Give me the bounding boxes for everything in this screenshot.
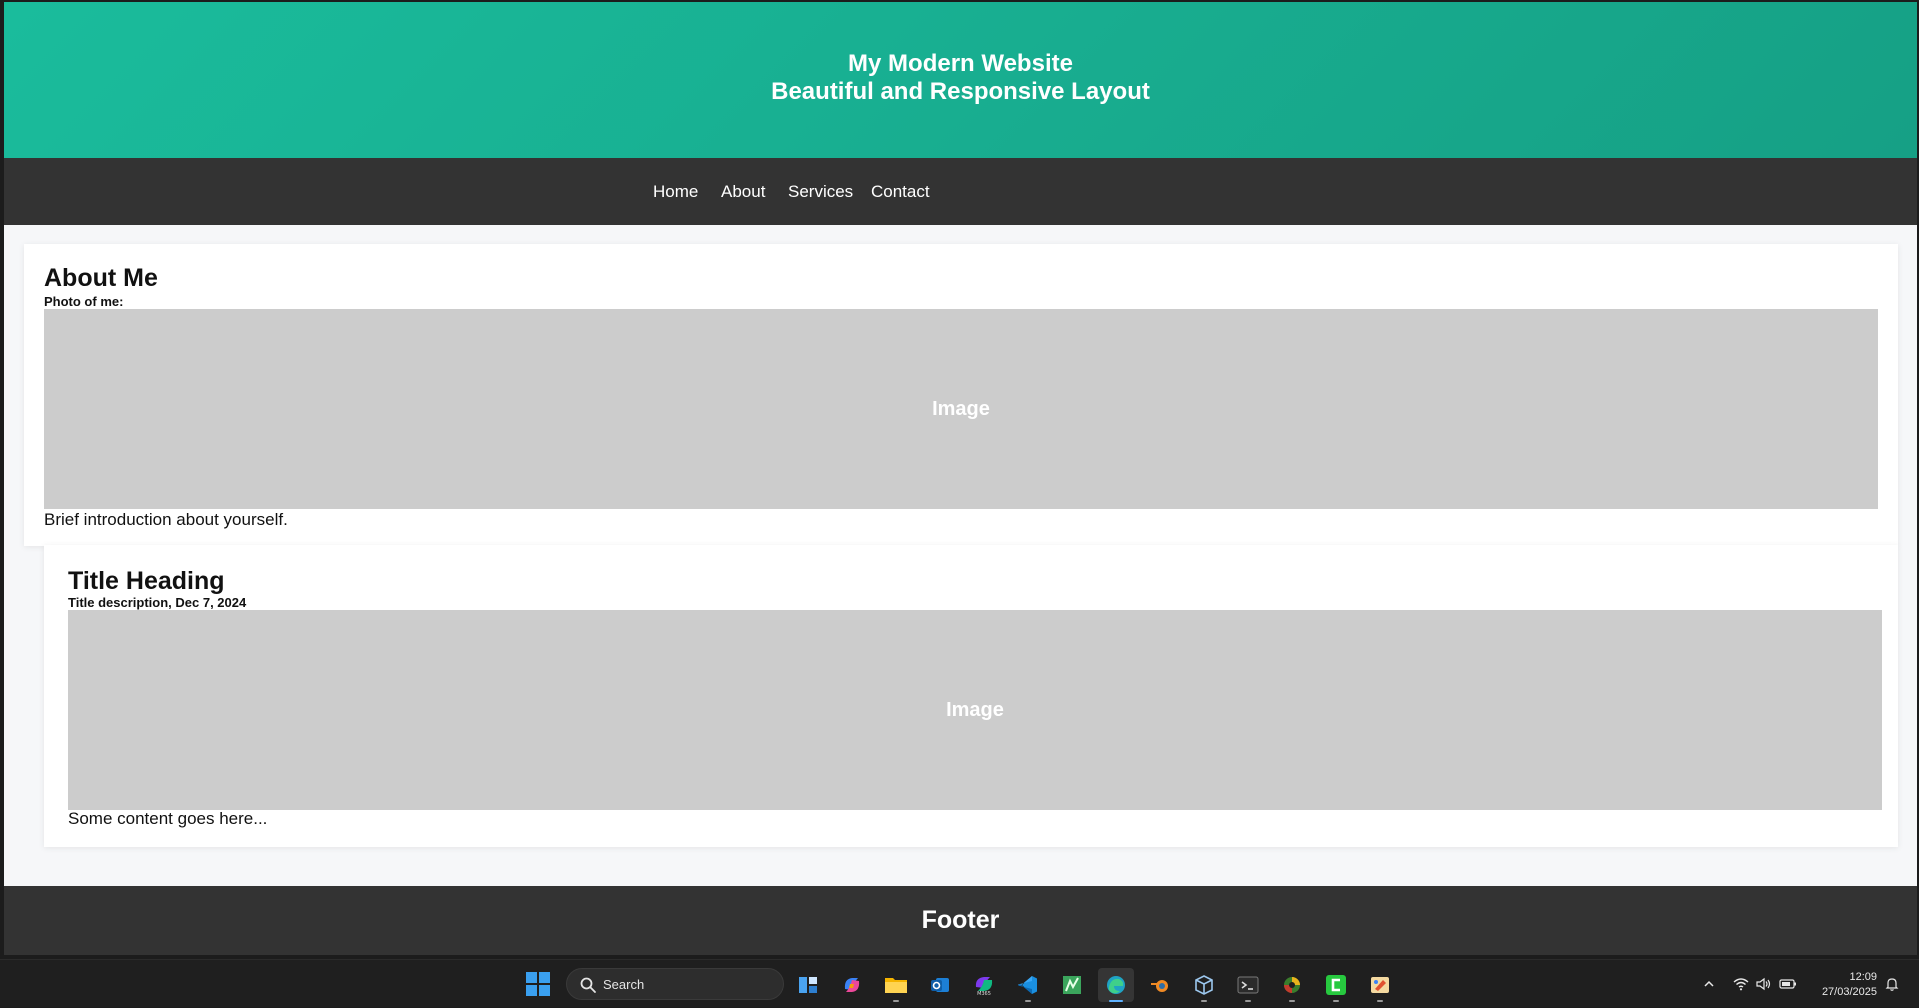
terminal-icon[interactable] [1230,968,1266,1002]
vscode-icon[interactable] [1010,968,1046,1002]
nav-link-contact[interactable]: Contact [871,182,930,202]
about-subheading: Photo of me: [44,294,124,309]
wifi-icon[interactable] [1733,960,1749,1008]
about-card: About Me Photo of me: Image Brief introd… [24,244,1898,546]
notification-bell-icon[interactable] [1884,960,1900,1008]
post-heading: Title Heading [68,567,225,595]
search-label: Search [603,977,645,992]
file-explorer-icon[interactable] [878,968,914,1002]
colorful-app-icon[interactable] [1274,968,1310,1002]
site-footer: Footer [4,886,1917,955]
green-c-app-icon[interactable] [1318,968,1354,1002]
taskbar-clock[interactable]: 12:09 27/03/2025 [1822,970,1877,1000]
about-heading: About Me [44,264,158,292]
nav-link-home[interactable]: Home [653,182,698,202]
spreadsheet-app-icon[interactable] [1054,968,1090,1002]
site-title: My Modern Website [848,50,1073,77]
outlook-icon[interactable] [922,968,958,1002]
about-text: Brief introduction about yourself. [44,510,288,529]
chevron-up-icon[interactable] [1702,960,1716,1008]
site-subtitle: Beautiful and Responsive Layout [771,78,1150,105]
svg-text:M365: M365 [977,991,991,996]
clock-date: 27/03/2025 [1821,986,1877,998]
paint-app-icon[interactable] [1362,968,1398,1002]
nav-link-about[interactable]: About [721,182,765,202]
post-text: Some content goes here... [68,809,268,828]
start-icon[interactable] [526,972,550,996]
post-card: Title Heading Title description, Dec 7, … [44,545,1898,847]
footer-text: Footer [921,906,1000,934]
clock-time: 12:09 [1849,971,1877,983]
taskbar-search[interactable]: Search [566,968,784,1000]
copilot-icon[interactable] [834,968,870,1002]
widgets-icon[interactable] [790,968,826,1002]
site-header: My Modern Website Beautiful and Responsi… [4,2,1917,158]
post-subheading: Title description, Dec 7, 2024 [68,595,247,610]
edge-browser-icon[interactable] [1098,968,1134,1002]
m365-copilot-icon[interactable]: M365 [966,968,1002,1002]
battery-icon[interactable] [1779,960,1797,1008]
post-image-placeholder: Image [68,610,1882,810]
search-icon [580,977,596,993]
volume-icon[interactable] [1756,960,1772,1008]
main-nav: Home About Services Contact [4,158,1917,225]
virtualbox-icon[interactable] [1186,968,1222,1002]
about-image-placeholder: Image [44,309,1878,509]
taskbar: Search M365 12:09 27/03/2025 [0,959,1919,1007]
browser-viewport: My Modern Website Beautiful and Responsi… [4,2,1917,955]
blender-icon[interactable] [1142,968,1178,1002]
nav-link-services[interactable]: Services [788,182,853,202]
